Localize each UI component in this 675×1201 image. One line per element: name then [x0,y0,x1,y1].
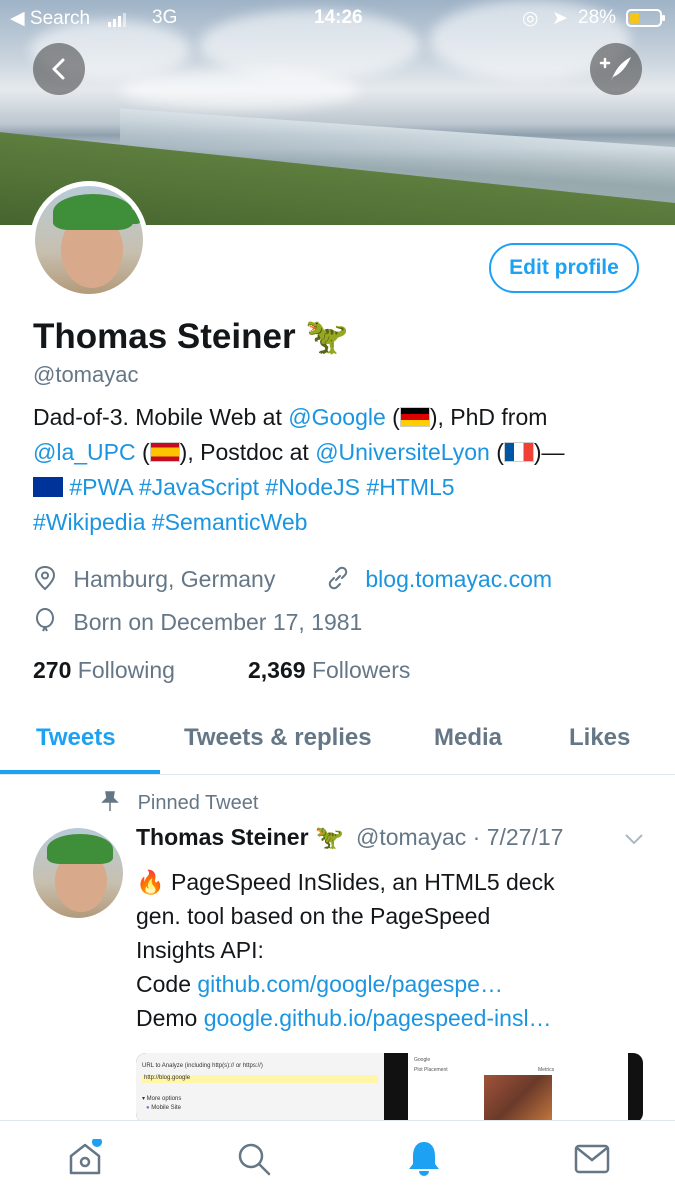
followers-number: 2,369 [248,657,306,683]
notifications-icon [409,1142,439,1176]
tweet-code-label: Code [136,971,198,997]
chevron-down-icon [625,834,643,845]
location-services-icon: ➤ [552,8,568,29]
thumbnail-photo [484,1075,552,1123]
tweet-date: 7/27/17 [486,824,564,850]
status-bar: ◀ Search 3G 14:26 ◎ ➤ 28% [0,0,675,34]
bio-text: ( [385,404,400,430]
website-link[interactable]: blog.tomayac.com [365,566,552,592]
pin-icon [101,791,119,811]
mention-la-upc[interactable]: @la_UPC [33,439,136,465]
tab-tweets[interactable]: Tweets [36,724,116,752]
thumbnail-text: http://blog.google [144,1075,191,1081]
mention-universite-lyon[interactable]: @UniversiteLyon [315,439,490,465]
bio-text: ), Postdoc at [179,439,316,465]
tweet-demo-link[interactable]: google.github.io/pagespeed-insl… [204,1005,552,1031]
mention-google[interactable]: @Google [288,404,386,430]
messages-tab[interactable] [574,1143,610,1180]
tweet-line: Insights API: [136,937,264,963]
notifications-tab[interactable] [406,1139,442,1182]
followers-count[interactable]: 2,369 Followers [248,657,410,684]
eu-flag-icon [33,477,63,497]
messages-icon [574,1144,610,1174]
thumbnail-text: Google [414,1057,431,1063]
bottom-tab-bar [0,1120,675,1201]
rotation-lock-icon: ◎ [522,8,539,29]
search-tab[interactable] [236,1141,272,1182]
thumbnail-option: ● Mobile Site [146,1105,181,1111]
tweet-menu-button[interactable] [624,832,644,851]
thumbnail-text: Metrics [538,1067,555,1073]
compose-icon [599,57,631,81]
fire-emoji: 🔥 [136,869,165,895]
signal-icon [108,11,130,33]
compose-tweet-button[interactable] [590,43,642,95]
spain-flag-icon [149,442,180,462]
tab-tweets-and-replies[interactable]: Tweets & replies [184,724,372,752]
profile-name-text: Thomas Steiner [33,317,296,356]
home-tab[interactable] [66,1137,104,1182]
france-flag-icon [503,442,534,462]
home-icon [69,1137,102,1175]
tweet-demo-label: Demo [136,1005,204,1031]
balloon-icon [36,608,54,632]
pinned-label: Pinned Tweet [100,790,258,815]
media-thumbnail-1[interactable]: URL to Analyze (including http(s):// or … [136,1053,384,1123]
profile-handle: @tomayac [33,362,139,387]
following-count[interactable]: 270 Following [33,657,175,684]
clock: 14:26 [314,7,363,28]
tweet-author-name[interactable]: Thomas Steiner [136,824,309,850]
followers-label: Followers [311,657,411,683]
thumbnail-text: Plot Placement [414,1067,448,1073]
birthday-text: Born on December 17, 1981 [73,609,363,635]
dinosaur-emoji: 🦖 [314,824,344,850]
bio-hashtags[interactable]: #PWA #JavaScript #NodeJS #HTML5 [69,474,454,500]
tweet-line: gen. tool based on the PageSpeed [136,903,491,929]
thumbnail-text: URL to Analyze (including http(s):// or … [142,1063,263,1069]
dinosaur-emoji: 🦖 [305,317,349,356]
germany-flag-icon [399,407,430,427]
location-icon [34,565,56,591]
battery-icon [626,9,666,33]
media-thumbnail-2[interactable]: Google Plot Placement Metrics [408,1053,628,1123]
profile-location: Hamburg, Germany [33,565,275,593]
link-icon [328,566,348,590]
bio-text: )— [533,439,565,465]
following-number: 270 [33,657,72,683]
tweet-line: PageSpeed InSlides, an HTML5 deck [171,869,555,895]
tweet-header: Thomas Steiner 🦖 @tomayac · 7/27/17 [136,824,564,850]
thumbnail-text: ▾ More options [142,1096,182,1102]
tweet-media[interactable]: URL to Analyze (including http(s):// or … [136,1053,643,1123]
tweet-author-avatar[interactable] [33,828,123,918]
back-to-app[interactable]: ◀ Search [10,7,90,30]
tweet-author-handle: @tomayac [355,824,467,850]
search-icon [238,1143,271,1176]
profile-bio: Dad-of-3. Mobile Web at @Google ( ), PhD … [33,400,648,540]
profile-name: Thomas Steiner 🦖 [33,316,349,357]
tab-media[interactable]: Media [434,724,502,752]
url-input-preview: http://blog.google [142,1075,378,1083]
profile-website[interactable]: blog.tomayac.com [325,565,552,593]
bio-text: ( [135,439,150,465]
bio-hashtags-2[interactable]: #Wikipedia #SemanticWeb [33,509,307,535]
thumbnail-text: Mobile Site [151,1105,181,1111]
location-text: Hamburg, Germany [73,566,276,592]
profile-avatar[interactable] [30,181,148,299]
bio-text: Dad-of-3. Mobile Web at [33,404,289,430]
active-tab-indicator [0,770,160,774]
tab-likes[interactable]: Likes [569,724,630,752]
battery-percent: 28% [578,7,617,28]
edit-profile-button[interactable]: Edit profile [489,243,639,293]
back-icon [52,58,65,80]
pinned-text: Pinned Tweet [137,792,259,814]
bio-text: ( [489,439,504,465]
tweet-body: 🔥 PageSpeed InSlides, an HTML5 deck gen.… [136,865,646,1035]
network-type: 3G [152,7,178,28]
back-button[interactable] [33,43,85,95]
profile-tabs: Tweets Tweets & replies Media Likes [0,712,675,775]
tweet-code-link[interactable]: github.com/google/pagespe… [197,971,503,997]
bio-text: ), PhD from [429,404,548,430]
profile-birthday: Born on December 17, 1981 [33,607,362,636]
following-label: Following [77,657,175,683]
